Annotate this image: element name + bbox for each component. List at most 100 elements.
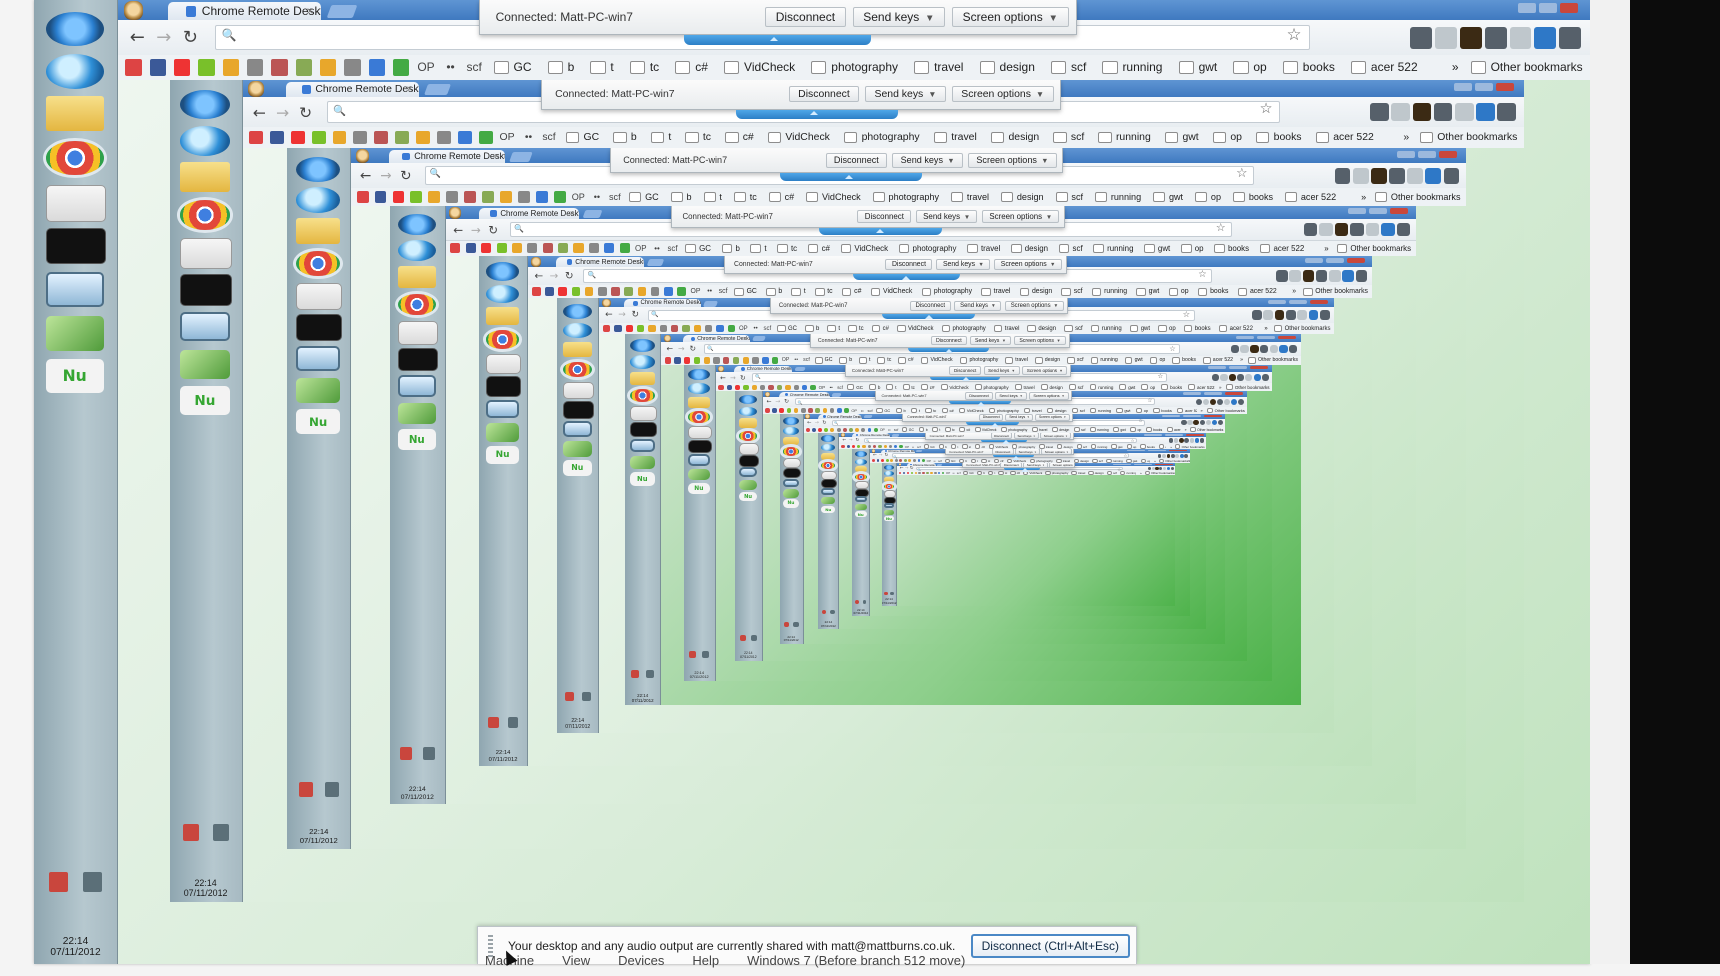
chrome-icon[interactable] <box>179 200 231 230</box>
bookmark-folder[interactable]: op <box>1181 244 1204 253</box>
bookmark-icon[interactable] <box>496 243 507 254</box>
remote-desktop-icon[interactable] <box>397 375 436 397</box>
bookmark-icon[interactable] <box>786 408 792 413</box>
close-button[interactable] <box>1278 335 1296 340</box>
taskbar-clock[interactable]: 22:14 07/11/2012 <box>852 608 869 616</box>
bookmark-icon[interactable] <box>846 444 850 449</box>
settings-gear-icon[interactable] <box>1251 310 1262 321</box>
bookmark-text[interactable]: OP <box>572 192 585 202</box>
folder-icon[interactable] <box>688 396 710 409</box>
bookmark-star-icon[interactable]: ☆ <box>1138 419 1142 424</box>
command-prompt-icon[interactable] <box>738 455 760 467</box>
bookmark-folder[interactable]: travel <box>951 192 989 202</box>
settings-gear-icon[interactable] <box>1410 26 1433 49</box>
bookmark-icon[interactable] <box>664 357 671 364</box>
send-keys-button[interactable]: Send keys▼ <box>1005 413 1034 421</box>
network-icon[interactable] <box>212 823 229 841</box>
bookmark-folder[interactable]: photography <box>960 357 998 364</box>
forward-arrow-icon[interactable]: → <box>678 344 685 355</box>
extension-icon[interactable] <box>1240 344 1249 354</box>
bookmark-icon[interactable] <box>428 191 441 204</box>
bookmark-folder[interactable]: VidCheck <box>724 60 795 74</box>
bookmarks-overflow-icon[interactable]: » <box>1324 244 1328 253</box>
network-icon[interactable] <box>507 717 519 728</box>
minimize-button[interactable] <box>1162 414 1181 417</box>
bookmark-icon[interactable] <box>511 243 523 254</box>
bookmark-folder[interactable]: scf <box>1067 357 1084 364</box>
bookmark-folder[interactable]: design <box>1020 288 1052 296</box>
action-center-icon[interactable] <box>298 782 313 798</box>
bookmark-folder[interactable]: op <box>1130 427 1141 432</box>
tab-close-icon[interactable]: × <box>636 259 640 266</box>
menu-icon[interactable] <box>1443 167 1460 184</box>
minimize-button[interactable] <box>1207 366 1226 370</box>
minimize-button[interactable] <box>1183 392 1202 396</box>
command-prompt-icon[interactable] <box>486 376 522 397</box>
bookmark-icon[interactable] <box>636 325 645 333</box>
maximize-button[interactable] <box>1228 366 1247 370</box>
back-arrow-icon[interactable]: ← <box>807 419 811 426</box>
folder-icon[interactable] <box>397 266 436 288</box>
bookmark-folder[interactable]: t <box>590 60 613 74</box>
bookmark-folder[interactable]: travel <box>1015 384 1035 390</box>
power-icon[interactable] <box>1189 438 1194 443</box>
profile-avatar-icon[interactable] <box>355 149 370 163</box>
bookmark-text[interactable]: OP <box>905 445 909 449</box>
bookmark-icon[interactable] <box>723 357 730 364</box>
remote-desktop-icon[interactable] <box>296 345 341 372</box>
bookmark-text[interactable]: OP <box>782 357 790 363</box>
bookmark-folder[interactable]: photography <box>1001 427 1027 432</box>
crd-panel-toggle-tab[interactable] <box>852 274 960 280</box>
chart-icon[interactable] <box>486 423 520 442</box>
action-center-icon[interactable] <box>884 592 888 596</box>
bookmark-folder[interactable]: VidCheck <box>806 192 861 202</box>
profile-avatar-icon[interactable] <box>247 81 264 97</box>
tab-chrome-remote-desktop[interactable]: Chrome Remote Desktop:× <box>624 299 701 308</box>
bookmark-icon[interactable] <box>906 471 910 475</box>
chart-icon[interactable] <box>854 504 867 511</box>
disconnect-button[interactable]: Disconnect <box>930 335 967 346</box>
bookmark-icon[interactable] <box>824 427 829 432</box>
bookmark-folder[interactable]: b <box>548 60 575 74</box>
start-orb-icon[interactable] <box>821 435 836 443</box>
power-icon[interactable] <box>1269 344 1278 354</box>
other-bookmarks[interactable]: » Other bookmarks <box>1260 323 1331 335</box>
bookmark-folder[interactable]: VidCheck <box>921 357 952 364</box>
bookmark-folder[interactable]: scf <box>1072 408 1085 414</box>
bookmark-icon[interactable] <box>883 444 887 449</box>
bookmark-icon[interactable] <box>573 243 584 254</box>
nu-app-icon[interactable]: Nu <box>854 511 867 518</box>
remote-desktop-icon[interactable] <box>179 311 231 342</box>
bookmark-folder[interactable]: running <box>1091 325 1122 332</box>
bookmark-icon[interactable] <box>793 408 799 413</box>
document-icon[interactable] <box>486 353 522 375</box>
remote-desktop-icon[interactable] <box>629 439 655 453</box>
screen-options-button[interactable]: Screen options▼ <box>994 259 1062 271</box>
bookmark-text[interactable]: OP <box>851 408 857 413</box>
menu-icon[interactable] <box>1217 420 1223 426</box>
crd-panel-toggle-tab[interactable] <box>1004 468 1040 472</box>
bookmark-icon[interactable] <box>478 130 493 145</box>
bookmark-icon[interactable] <box>558 287 567 297</box>
maximize-button[interactable] <box>1134 463 1153 465</box>
bookmark-folder[interactable]: running <box>1090 408 1111 414</box>
bookmark-folder[interactable]: VidCheck <box>975 427 997 432</box>
bookmark-folder[interactable]: tc <box>685 132 711 143</box>
k-extension-icon[interactable] <box>1166 453 1171 458</box>
disconnect-button[interactable]: Disconnect <box>765 7 846 27</box>
bookmark-icon[interactable] <box>873 444 877 449</box>
power-icon[interactable] <box>1175 453 1180 458</box>
bookmark-folder[interactable]: c# <box>675 60 708 74</box>
bookmark-icon[interactable] <box>930 471 933 475</box>
bookmark-folder[interactable]: gwt <box>1153 192 1183 202</box>
camera-extension-icon[interactable] <box>1484 26 1507 49</box>
bookmark-folder[interactable]: t <box>704 192 722 202</box>
taskbar-clock[interactable]: 22:14 07/11/2012 <box>390 786 444 801</box>
bookmark-folder[interactable]: VidCheck <box>959 408 984 414</box>
bookmark-folder[interactable]: c# <box>842 288 861 296</box>
bookmark-text[interactable]: •• <box>794 357 798 363</box>
bookmark-icon[interactable] <box>862 444 866 449</box>
bookmark-folder[interactable]: gwt <box>1130 325 1150 332</box>
bookmark-icon[interactable] <box>836 408 842 413</box>
disconnect-button[interactable]: Disconnect <box>990 432 1013 439</box>
